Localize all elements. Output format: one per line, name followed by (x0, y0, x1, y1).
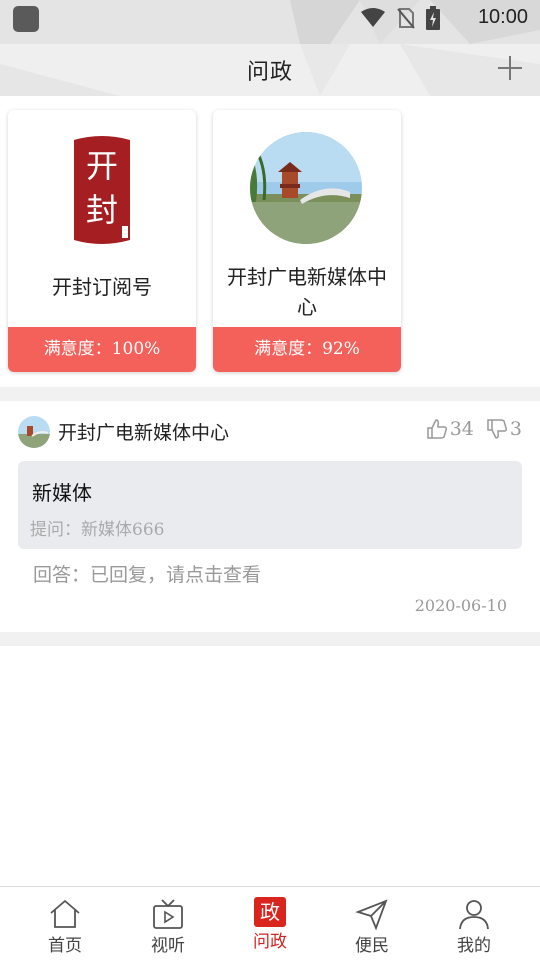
thumbs-down-icon (487, 419, 507, 439)
like-count: 34 (449, 418, 474, 440)
dislike-count: 3 (509, 418, 522, 440)
section-divider (0, 387, 540, 401)
tab-video[interactable]: 视听 (128, 893, 208, 956)
account-card-media-center[interactable]: 开封广电新媒体中心 满意度：92% (213, 110, 401, 372)
status-bar: 10:00 (0, 0, 540, 44)
home-icon (50, 899, 80, 928)
account-name: 开封广电新媒体中心 (227, 265, 387, 319)
tab-wenzheng[interactable]: 政 问政 (230, 893, 310, 955)
post-date: 2020-06-10 (414, 596, 507, 615)
kaifeng-logo-text: 开封 (85, 147, 118, 229)
add-button[interactable] (496, 54, 524, 82)
question-title: 新媒体 (32, 481, 92, 505)
tab-home[interactable]: 首页 (25, 893, 105, 956)
status-time: 10:00 (477, 6, 528, 28)
send-icon (355, 899, 388, 931)
tab-label: 问政 (253, 932, 287, 952)
tab-label: 视听 (151, 936, 185, 956)
avatar (18, 416, 50, 448)
section-divider (0, 632, 540, 646)
zheng-badge-icon: 政 (254, 897, 286, 927)
dislike-button[interactable]: 3 (486, 418, 522, 440)
tv-icon (153, 899, 183, 929)
kaifeng-logo: 开封 (72, 134, 132, 246)
post-header[interactable]: 开封广电新媒体中心 34 3 (18, 416, 522, 448)
account-cards: 开封 开封订阅号 满意度：100% 开封广电新媒体中心 满意度：92% (8, 110, 401, 372)
app-notification-icon (13, 6, 39, 32)
satisfaction-bar: 满意度：100% (8, 327, 196, 372)
satisfaction-bar: 满意度：92% (213, 327, 401, 372)
tab-label: 我的 (457, 936, 491, 956)
like-button[interactable]: 34 (426, 418, 474, 440)
battery-icon (426, 6, 440, 30)
media-center-avatar (250, 132, 362, 244)
account-name: 开封订阅号 (52, 275, 152, 299)
thumbs-up-icon (426, 419, 447, 439)
post-author: 开封广电新媒体中心 (58, 422, 230, 444)
tab-label: 首页 (48, 936, 82, 956)
bottom-tab-bar: 首页 视听 政 问政 便民 我的 (0, 886, 540, 961)
tab-mine[interactable]: 我的 (434, 893, 514, 956)
user-icon (459, 900, 489, 930)
no-sim-icon (397, 8, 415, 29)
top-header: 问政 (0, 44, 540, 96)
tab-convenience[interactable]: 便民 (332, 893, 412, 956)
account-card-kaifeng-subscription[interactable]: 开封 开封订阅号 满意度：100% (8, 110, 196, 372)
header-background-pattern (290, 0, 540, 44)
wifi-icon (361, 8, 385, 27)
tab-label: 便民 (355, 936, 389, 956)
answer-text[interactable]: 回答：已回复，请点击查看 (33, 560, 261, 587)
question-text: 提问：新媒体666 (30, 520, 165, 540)
question-box[interactable]: 新媒体 提问：新媒体666 (18, 461, 522, 549)
page-title: 问政 (246, 60, 293, 85)
